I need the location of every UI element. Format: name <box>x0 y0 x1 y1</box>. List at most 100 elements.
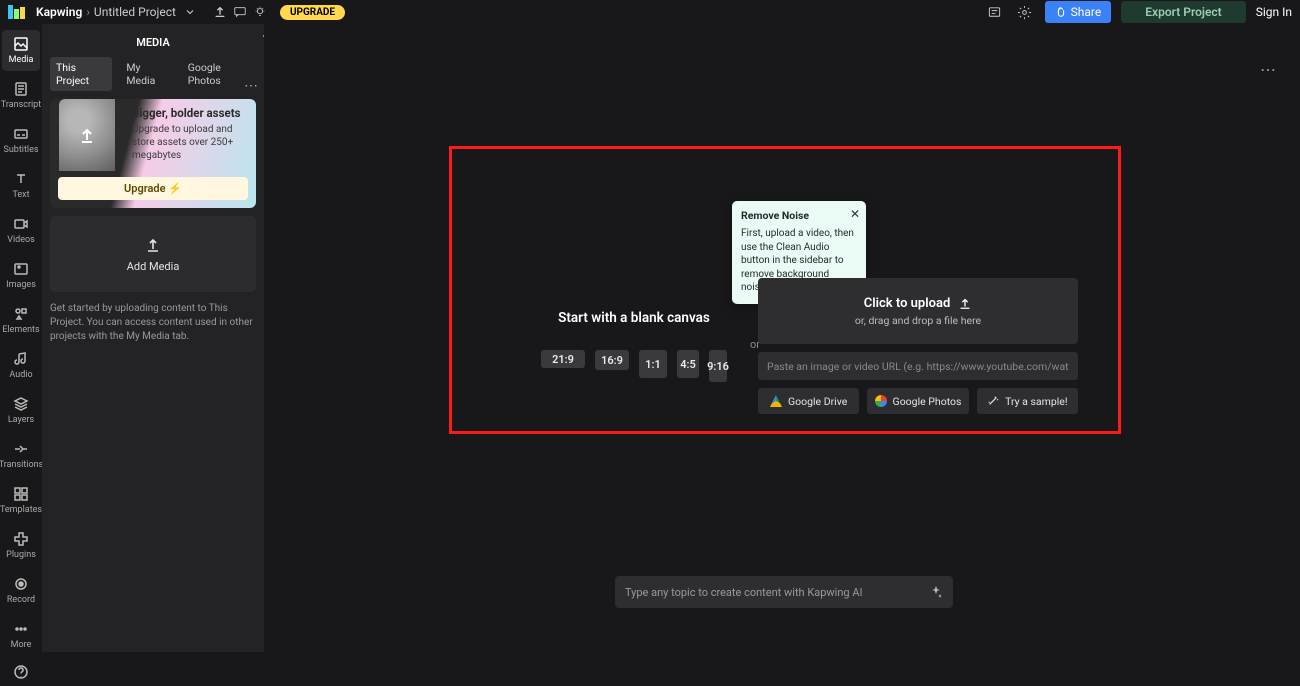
gphotos-label: Google Photos <box>893 395 962 408</box>
rail-item-subtitles[interactable]: Subtitles <box>2 120 40 161</box>
sign-in-link[interactable]: Sign In <box>1256 5 1292 19</box>
canvas-area: ⋯ Start with a blank canvas 21:9 16:9 1:… <box>264 24 1300 652</box>
templates-icon <box>13 486 29 502</box>
spark-icon[interactable] <box>929 585 943 599</box>
settings-gear-icon[interactable] <box>1015 2 1035 22</box>
panel-title: MEDIA <box>50 32 256 57</box>
panel-more-icon[interactable]: ⋯ <box>244 78 258 94</box>
rail-label: Transcript <box>1 100 41 110</box>
rail-item-help[interactable] <box>2 658 40 686</box>
google-photos-button[interactable]: Google Photos <box>867 388 968 414</box>
rail-item-more[interactable]: More <box>2 615 40 656</box>
more-icon <box>13 621 29 637</box>
tab-this-project[interactable]: This Project <box>50 57 112 91</box>
rail-item-plugins[interactable]: Plugins <box>2 525 40 566</box>
rail-label: Transitions <box>0 460 43 470</box>
rail-item-record[interactable]: Record <box>2 570 40 611</box>
layers-icon <box>13 396 29 412</box>
google-drive-button[interactable]: Google Drive <box>758 388 859 414</box>
breadcrumb-sep: › <box>86 5 90 19</box>
rail-label: Subtitles <box>3 145 38 155</box>
rail-label: Plugins <box>6 550 36 560</box>
brand-name[interactable]: Kapwing <box>36 5 82 19</box>
left-rail: Media Transcript Subtitles Text Videos I… <box>0 24 42 652</box>
upload-icon[interactable] <box>210 2 230 22</box>
export-project-button[interactable]: Export Project <box>1121 1 1245 23</box>
rail-item-transitions[interactable]: Transitions <box>2 435 40 476</box>
blank-canvas-title: Start with a blank canvas <box>504 310 764 326</box>
promo-art <box>50 99 124 171</box>
canvas-more-icon[interactable]: ⋯ <box>1260 60 1278 79</box>
lightbulb-icon[interactable] <box>250 2 270 22</box>
media-panel: MEDIA ⋯ This Project My Media Google Pho… <box>42 24 264 652</box>
tab-my-media[interactable]: My Media <box>120 57 173 91</box>
rail-item-videos[interactable]: Videos <box>2 210 40 251</box>
try-sample-button[interactable]: Try a sample! <box>977 388 1078 414</box>
tooltip-close-icon[interactable]: ✕ <box>850 206 860 222</box>
project-name[interactable]: Untitled Project <box>94 5 176 19</box>
media-tabs: This Project My Media Google Photos <box>50 57 256 91</box>
media-url-input[interactable] <box>758 352 1078 380</box>
rail-label: Record <box>7 595 35 605</box>
rail-label: Media <box>9 55 34 65</box>
rail-label: Elements <box>2 325 39 335</box>
google-photos-icon <box>875 395 887 407</box>
rail-item-templates[interactable]: Templates <box>2 480 40 521</box>
top-bar: Kapwing › Untitled Project UPGRADE Share… <box>0 0 1300 24</box>
rail-item-audio[interactable]: Audio <box>2 345 40 386</box>
images-icon <box>13 261 29 277</box>
help-icon <box>13 664 29 680</box>
ratio-16-9[interactable]: 16:9 <box>595 350 629 370</box>
promo-upgrade-button[interactable]: Upgrade ⚡ <box>58 177 248 200</box>
media-icon <box>13 36 29 52</box>
rail-label: Videos <box>7 235 35 245</box>
upgrade-promo-card: Bigger, bolder assets Upgrade to upload … <box>50 99 256 208</box>
plugins-icon <box>13 531 29 547</box>
rail-item-transcript[interactable]: Transcript <box>2 75 40 116</box>
rail-label: Text <box>12 190 29 200</box>
logo-icon[interactable] <box>8 5 28 19</box>
tooltip-title: Remove Noise <box>741 209 857 223</box>
upload-arrow-icon <box>77 125 97 145</box>
ratio-4-5[interactable]: 4:5 <box>677 350 699 378</box>
upload-dropzone[interactable]: Click to upload or, drag and drop a file… <box>758 278 1078 344</box>
rail-label: More <box>11 640 32 650</box>
upgrade-pill-button[interactable]: UPGRADE <box>280 5 345 20</box>
rail-item-layers[interactable]: Layers <box>2 390 40 431</box>
ai-prompt-input[interactable] <box>625 586 929 599</box>
subtitles-icon <box>13 126 29 142</box>
share-button[interactable]: Share <box>1045 1 1112 23</box>
videos-icon <box>13 216 29 232</box>
ratio-1-1[interactable]: 1:1 <box>639 350 667 378</box>
rail-item-elements[interactable]: Elements <box>2 300 40 341</box>
ai-prompt-bar[interactable] <box>615 576 953 608</box>
upload-subtitle: or, drag and drop a file here <box>855 314 981 327</box>
promo-body: Upgrade to upload and store assets over … <box>132 123 248 162</box>
rail-item-media[interactable]: Media <box>2 30 40 71</box>
ratio-21-9[interactable]: 21:9 <box>541 350 585 368</box>
google-drive-icon <box>770 395 782 407</box>
project-menu-chevron-icon[interactable] <box>180 2 200 22</box>
upload-title: Click to upload <box>864 296 951 311</box>
add-media-label: Add Media <box>127 260 180 273</box>
rail-item-text[interactable]: Text <box>2 165 40 206</box>
gdrive-label: Google Drive <box>788 395 847 408</box>
add-media-button[interactable]: Add Media <box>50 216 256 292</box>
rail-label: Layers <box>8 415 34 425</box>
transitions-icon <box>13 441 29 457</box>
upload-column: Click to upload or, drag and drop a file… <box>758 278 1078 414</box>
ratio-9-16[interactable]: 9:16 <box>709 350 727 382</box>
wand-icon <box>987 395 999 407</box>
transcript-icon <box>13 81 29 97</box>
upload-icon <box>958 296 972 310</box>
panel-help-text: Get started by uploading content to This… <box>50 302 256 344</box>
rail-item-images[interactable]: Images <box>2 255 40 296</box>
notifications-icon[interactable] <box>985 2 1005 22</box>
panel-resize-handle[interactable] <box>262 339 266 359</box>
rail-label: Audio <box>9 370 32 380</box>
share-label: Share <box>1071 5 1102 19</box>
promo-headline: Bigger, bolder assets <box>132 106 248 120</box>
comment-icon[interactable] <box>230 2 250 22</box>
upload-icon <box>144 236 162 254</box>
rail-label: Templates <box>0 505 42 515</box>
